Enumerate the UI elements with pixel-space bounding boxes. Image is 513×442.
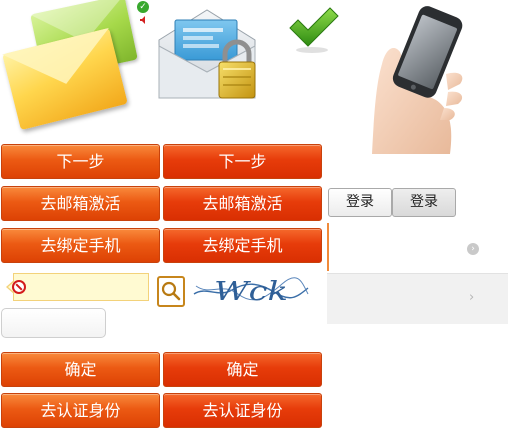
confirm-button[interactable]: 确定 [1, 352, 160, 387]
activate-email-button-alt[interactable]: 去邮箱激活 [163, 186, 322, 221]
login-button-pressed[interactable]: 登录 [392, 188, 456, 217]
speaker-icon [140, 16, 145, 24]
chevron-circle-right-icon: › [467, 243, 479, 255]
locked-mail-icon [158, 9, 256, 99]
next-button-alt[interactable]: 下一步 [163, 144, 322, 179]
checkmark-icon [289, 7, 339, 53]
chevron-right-icon: › [469, 290, 475, 305]
search-icon[interactable] [157, 276, 185, 307]
login-button[interactable]: 登录 [328, 188, 392, 217]
captcha-text: Wck [214, 277, 288, 307]
bind-phone-button-alt[interactable]: 去绑定手机 [163, 228, 322, 263]
envelope-yellow-icon [2, 27, 128, 131]
next-button[interactable]: 下一步 [1, 144, 160, 179]
bind-phone-button[interactable]: 去绑定手机 [1, 228, 160, 263]
confirm-button-alt[interactable]: 确定 [163, 352, 322, 387]
list-item[interactable] [327, 273, 508, 324]
phone-in-hand-icon [372, 6, 463, 154]
activate-email-button[interactable]: 去邮箱激活 [1, 186, 160, 221]
verify-identity-button-alt[interactable]: 去认证身份 [163, 393, 322, 428]
text-input[interactable] [1, 308, 106, 338]
list-item-selected[interactable] [327, 223, 508, 271]
error-icon [12, 280, 26, 294]
captcha-image[interactable]: Wck [192, 272, 310, 308]
verify-identity-button[interactable]: 去认证身份 [1, 393, 160, 428]
small-check-icon: ✓ [137, 1, 149, 13]
error-input-field[interactable] [13, 273, 149, 301]
